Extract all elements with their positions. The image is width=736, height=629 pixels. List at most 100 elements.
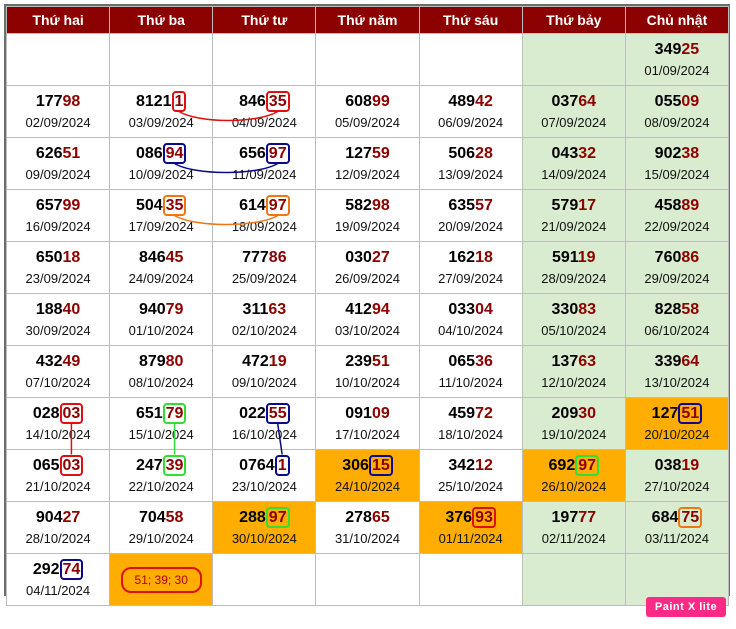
lottery-number: 17798 bbox=[7, 92, 109, 112]
day-cell: 12759 12/09/2024 bbox=[315, 137, 420, 190]
lottery-number: 12759 bbox=[316, 144, 418, 164]
day-cell: 065 03 21/10/2024 bbox=[5, 449, 111, 502]
number-prefix: 349 bbox=[654, 40, 682, 58]
number-prefix: 376 bbox=[445, 508, 473, 526]
draw-date: 03/09/2024 bbox=[128, 114, 194, 130]
draw-date: 04/10/2024 bbox=[438, 322, 504, 338]
table-body: 34925 01/09/2024 17798 02/09/2024 8121 1 03/09… bbox=[5, 33, 730, 606]
draw-date: 02/09/2024 bbox=[25, 114, 91, 130]
number-prefix: 342 bbox=[448, 456, 476, 474]
day-cell: 33083 05/10/2024 bbox=[521, 293, 626, 346]
number-suffix: 1 bbox=[274, 454, 290, 476]
number-suffix: 89 bbox=[681, 196, 700, 214]
number-suffix: 99 bbox=[62, 196, 81, 214]
lottery-number: 23951 bbox=[316, 352, 418, 372]
number-suffix: 63 bbox=[268, 300, 287, 318]
column-header: Thứ hai bbox=[5, 6, 111, 34]
column-header: Thứ bảy bbox=[521, 6, 626, 34]
week-row: 065 03 21/10/2024 247 39 22/10/2024 0764 1 23/10… bbox=[5, 449, 730, 502]
number-prefix: 846 bbox=[138, 248, 166, 266]
day-cell: 247 39 22/10/2024 bbox=[109, 449, 214, 502]
number-suffix: 58 bbox=[681, 300, 700, 318]
day-cell: 90238 15/09/2024 bbox=[624, 137, 730, 190]
day-cell: 87980 08/10/2024 bbox=[109, 345, 214, 398]
draw-date: 22/10/2024 bbox=[128, 478, 194, 494]
draw-date: 01/11/2024 bbox=[438, 530, 503, 546]
lottery-number: 19777 bbox=[523, 508, 625, 528]
number-suffix: 58 bbox=[165, 508, 184, 526]
number-prefix: 412 bbox=[345, 300, 372, 318]
draw-date: 26/09/2024 bbox=[334, 270, 401, 286]
draw-date: 14/10/2024 bbox=[25, 426, 91, 442]
number-prefix: 055 bbox=[654, 92, 682, 110]
number-suffix: 18 bbox=[475, 248, 493, 266]
lottery-number: 90238 bbox=[626, 144, 728, 164]
number-prefix: 657 bbox=[35, 196, 63, 214]
number-prefix: 028 bbox=[32, 404, 60, 422]
number-suffix: 18 bbox=[62, 248, 81, 266]
day-cell: 846 35 04/09/2024 bbox=[212, 85, 317, 138]
number-suffix: 64 bbox=[578, 92, 597, 110]
draw-date: 29/10/2024 bbox=[128, 530, 194, 546]
day-cell: 04332 14/09/2024 bbox=[521, 137, 626, 190]
draw-date: 14/09/2024 bbox=[541, 166, 607, 182]
day-cell: 45972 18/10/2024 bbox=[418, 397, 523, 450]
number-prefix: 091 bbox=[345, 404, 372, 422]
number-suffix: 45 bbox=[165, 248, 184, 266]
number-prefix: 651 bbox=[135, 404, 163, 422]
number-prefix: 162 bbox=[448, 248, 476, 266]
number-suffix: 59 bbox=[371, 144, 390, 162]
number-prefix: 197 bbox=[551, 508, 579, 526]
week-row: 34925 01/09/2024 bbox=[5, 33, 730, 86]
draw-date: 24/10/2024 bbox=[334, 478, 401, 494]
draw-date: 06/10/2024 bbox=[644, 322, 710, 338]
week-row: 90427 28/10/2024 70458 29/10/2024 288 97 30/10… bbox=[5, 501, 730, 554]
number-suffix: 75 bbox=[678, 506, 703, 528]
number-suffix: 25 bbox=[681, 40, 700, 58]
number-prefix: 608 bbox=[345, 92, 372, 110]
lottery-number: 62651 bbox=[7, 144, 109, 164]
draw-date: 23/09/2024 bbox=[25, 270, 91, 286]
day-cell: 70458 29/10/2024 bbox=[109, 501, 214, 554]
day-cell: 651 79 15/10/2024 bbox=[109, 397, 214, 450]
draw-date: 27/09/2024 bbox=[438, 270, 504, 286]
lottery-number: 34212 bbox=[420, 456, 522, 476]
number-suffix: 79 bbox=[165, 300, 184, 318]
number-suffix: 98 bbox=[62, 92, 81, 110]
draw-date: 04/11/2024 bbox=[26, 582, 91, 598]
number-prefix: 030 bbox=[345, 248, 372, 266]
day-cell: 48942 06/09/2024 bbox=[418, 85, 523, 138]
number-prefix: 8121 bbox=[135, 92, 172, 110]
draw-date: 17/09/2024 bbox=[128, 218, 194, 234]
number-suffix: 35 bbox=[265, 90, 290, 112]
lottery-number: 03819 bbox=[626, 456, 728, 476]
day-cell: 23951 10/10/2024 bbox=[315, 345, 420, 398]
number-prefix: 086 bbox=[135, 144, 163, 162]
draw-date: 27/10/2024 bbox=[644, 478, 710, 494]
draw-date: 30/09/2024 bbox=[25, 322, 91, 338]
number-suffix: 40 bbox=[62, 300, 81, 318]
column-header: Thứ sáu bbox=[418, 6, 523, 34]
number-prefix: 188 bbox=[35, 300, 63, 318]
draw-date: 05/09/2024 bbox=[334, 114, 401, 130]
day-cell: 82858 06/10/2024 bbox=[624, 293, 730, 346]
number-suffix: 97 bbox=[265, 142, 290, 164]
number-suffix: 65 bbox=[371, 508, 390, 526]
lottery-number: 65018 bbox=[7, 248, 109, 268]
day-cell: 76086 29/09/2024 bbox=[624, 241, 730, 294]
number-prefix: 065 bbox=[32, 456, 60, 474]
lottery-number: 90427 bbox=[7, 508, 109, 528]
draw-date: 04/09/2024 bbox=[231, 114, 297, 130]
lottery-number: 41294 bbox=[316, 300, 418, 320]
draw-date: 07/09/2024 bbox=[541, 114, 607, 130]
day-cell bbox=[315, 33, 420, 86]
lottery-number: 8121 1 bbox=[110, 90, 212, 112]
lottery-number: 065 03 bbox=[7, 454, 109, 476]
number-prefix: 278 bbox=[345, 508, 372, 526]
prediction-note: 51; 39; 30 bbox=[120, 566, 202, 593]
day-cell: 34925 01/09/2024 bbox=[624, 33, 730, 86]
day-cell: 086 94 10/09/2024 bbox=[109, 137, 214, 190]
day-cell: 05509 08/09/2024 bbox=[624, 85, 730, 138]
lottery-number: 05509 bbox=[626, 92, 728, 112]
lottery-number: 60899 bbox=[316, 92, 418, 112]
